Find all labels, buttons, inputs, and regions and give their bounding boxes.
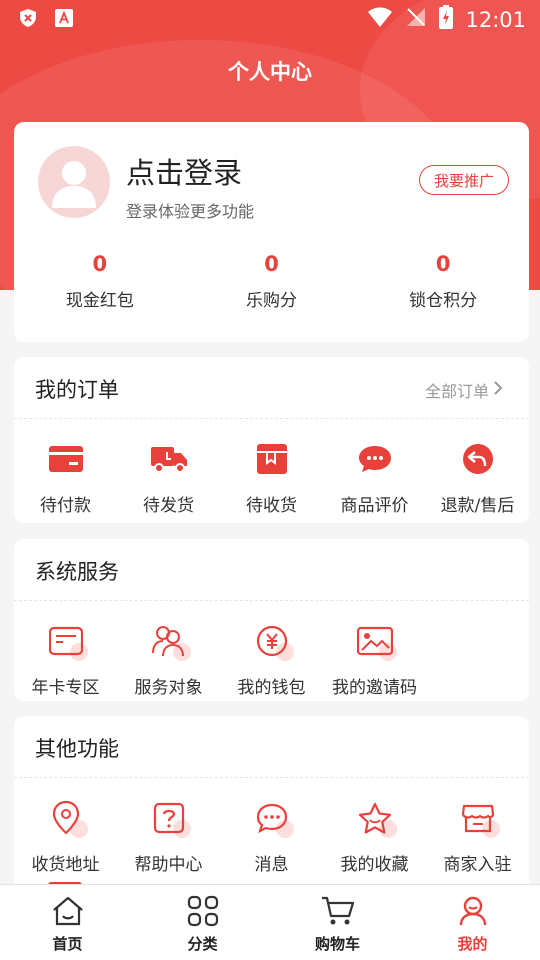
tab-category[interactable]: 分类 <box>135 885 270 960</box>
order-label: 待发货 <box>143 496 194 516</box>
no-signal-icon <box>405 6 427 33</box>
message-icon <box>250 796 294 840</box>
users-icon <box>147 619 191 663</box>
other-help-center[interactable]: 帮助中心 <box>117 796 220 875</box>
location-pin-icon <box>44 796 88 840</box>
return-icon <box>456 437 500 481</box>
stat-locked-points[interactable]: 0 锁仓积分 <box>357 252 529 311</box>
service-wallet[interactable]: 我的钱包 <box>220 619 323 698</box>
order-pending-payment[interactable]: 待付款 <box>14 437 117 516</box>
service-invite-code[interactable]: 我的邀请码 <box>323 619 426 698</box>
other-merchant-join[interactable]: 商家入驻 <box>426 796 529 875</box>
store-icon <box>456 796 500 840</box>
yen-coin-icon <box>250 619 294 663</box>
status-bar: 12:01 <box>0 0 540 36</box>
wifi-icon <box>367 6 393 33</box>
package-icon <box>250 437 294 481</box>
app-notification-icon <box>54 8 74 32</box>
picture-icon <box>353 619 397 663</box>
year-card-icon <box>44 619 88 663</box>
battery-icon <box>439 5 454 34</box>
section-title: 其他功能 <box>35 737 119 761</box>
status-time: 12:01 <box>465 7 526 32</box>
cart-icon <box>321 895 355 931</box>
stat-value: 0 <box>92 252 108 276</box>
chat-bubble-icon <box>353 437 397 481</box>
section-title: 我的订单 <box>35 378 119 402</box>
stat-value: 0 <box>435 252 451 276</box>
tab-label: 我的 <box>457 935 488 953</box>
other-label: 帮助中心 <box>134 855 203 875</box>
service-label: 我的邀请码 <box>332 678 417 698</box>
orders-section: 我的订单 全部订单 待付款 待发货 待收货 商品评价 退款/售后 <box>14 357 529 523</box>
tab-home[interactable]: 首页 <box>0 885 135 960</box>
other-label: 收货地址 <box>31 855 100 875</box>
other-favorites[interactable]: 我的收藏 <box>323 796 426 875</box>
home-icon <box>51 895 85 931</box>
order-label: 商品评价 <box>340 496 409 516</box>
all-orders-link[interactable]: 全部订单 <box>425 378 503 402</box>
tab-mine[interactable]: 我的 <box>405 885 540 960</box>
stat-label: 现金红包 <box>65 291 134 311</box>
stat-label: 锁仓积分 <box>409 291 478 311</box>
card-icon <box>44 437 88 481</box>
grid-icon <box>187 895 219 931</box>
service-label: 我的钱包 <box>237 678 306 698</box>
bottom-tab-bar: 首页 分类 购物车 我的 <box>0 884 540 960</box>
other-label: 消息 <box>254 855 289 875</box>
avatar[interactable] <box>38 146 110 218</box>
tab-label: 首页 <box>52 935 83 953</box>
service-clients[interactable]: 服务对象 <box>117 619 220 698</box>
other-messages[interactable]: 消息 <box>220 796 323 875</box>
truck-icon <box>147 437 191 481</box>
service-year-card[interactable]: 年卡专区 <box>14 619 117 698</box>
other-address[interactable]: 收货地址 <box>14 796 117 875</box>
shield-icon <box>18 8 38 32</box>
page-title: 个人中心 <box>228 60 312 84</box>
stat-cash-redpacket[interactable]: 0 现金红包 <box>14 252 186 311</box>
tab-label: 分类 <box>187 935 218 953</box>
stat-value: 0 <box>264 252 279 276</box>
stats-row: 0 现金红包 0 乐购分 0 锁仓积分 <box>14 252 529 311</box>
login-subtitle: 登录体验更多功能 <box>126 202 255 221</box>
order-label: 待收货 <box>246 496 297 516</box>
services-section: 系统服务 年卡专区 服务对象 我的钱包 我的邀请码 <box>14 539 529 701</box>
order-pending-shipment[interactable]: 待发货 <box>117 437 220 516</box>
other-label: 商家入驻 <box>443 855 512 875</box>
tab-label: 购物车 <box>314 935 360 953</box>
star-icon <box>353 796 397 840</box>
profile-card: 点击登录 登录体验更多功能 我要推广 0 现金红包 0 乐购分 0 锁仓积分 <box>14 122 529 342</box>
order-refund[interactable]: 退款/售后 <box>426 437 529 516</box>
other-label: 我的收藏 <box>340 855 409 875</box>
user-avatar-icon <box>52 161 96 208</box>
all-orders-label: 全部订单 <box>424 382 489 401</box>
order-label: 退款/售后 <box>440 496 515 516</box>
chevron-right-icon <box>493 380 503 400</box>
order-label: 待付款 <box>40 496 91 516</box>
service-label: 服务对象 <box>134 678 203 698</box>
other-functions-section: 其他功能 收货地址 帮助中心 消息 我的收藏 商家入驻 <box>14 716 529 896</box>
promote-button[interactable]: 我要推广 <box>419 165 509 195</box>
service-label: 年卡专区 <box>31 678 100 698</box>
user-icon <box>457 895 489 931</box>
help-icon <box>147 796 191 840</box>
section-title: 系统服务 <box>35 560 119 584</box>
login-title[interactable]: 点击登录 <box>126 150 242 192</box>
tab-cart[interactable]: 购物车 <box>270 885 405 960</box>
order-pending-receipt[interactable]: 待收货 <box>220 437 323 516</box>
order-review[interactable]: 商品评价 <box>323 437 426 516</box>
stat-label: 乐购分 <box>246 291 297 311</box>
stat-legou-points[interactable]: 0 乐购分 <box>186 252 358 311</box>
